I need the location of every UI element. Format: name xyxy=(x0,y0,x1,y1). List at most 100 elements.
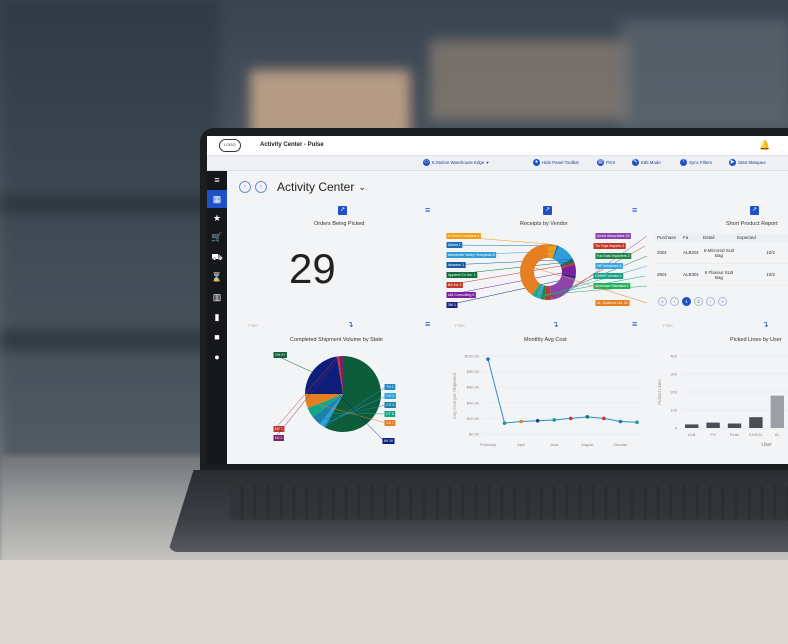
monthly-panel-title: Monthly Avg Cost xyxy=(524,337,567,343)
filter-button[interactable]: Filter xyxy=(455,323,465,328)
slice-label: TN 1 xyxy=(386,385,394,389)
x-tick-label: AL xyxy=(775,432,781,437)
receipts-panel-title: Receipts by Vendor xyxy=(520,221,568,227)
data-point[interactable] xyxy=(618,419,623,424)
data-point[interactable] xyxy=(585,415,590,419)
table-row[interactable]: 3901 ALB301 6 Flavour SLB Bag 10/2 xyxy=(655,264,788,286)
print-button[interactable]: ▤ Print xyxy=(597,159,615,166)
bar[interactable] xyxy=(685,424,699,428)
slice-label: Apparel Co Inc. 1 xyxy=(448,273,476,277)
back-button[interactable]: ‹ xyxy=(239,181,251,193)
bar-chart-icon[interactable]: ▮ xyxy=(207,308,227,326)
data-point[interactable] xyxy=(486,357,490,361)
y-axis-label: Avg Cost per Shipment xyxy=(452,372,457,419)
barcode-icon[interactable]: ▥ xyxy=(207,288,227,306)
start-marquee-button[interactable]: ▶ Start Marquee xyxy=(729,159,766,166)
slice-label: AM Consulting 5 xyxy=(448,293,474,297)
series-line xyxy=(487,358,638,424)
slice-label: 3M 1 xyxy=(448,303,456,307)
column-header[interactable]: Fa xyxy=(681,233,701,242)
data-point[interactable] xyxy=(552,418,557,422)
y-tick-label: 200 xyxy=(670,390,677,395)
slice-label: CO 2 xyxy=(386,394,394,398)
sort-icon[interactable]: ↴ xyxy=(347,320,354,329)
alert-icon[interactable]: ● xyxy=(207,348,227,366)
filter-button[interactable]: Filter xyxy=(248,323,258,328)
slice-label: Tin Toys Imports 3 xyxy=(595,244,624,248)
sort-icon[interactable]: ↴ xyxy=(762,320,769,329)
picked-panel-title: Picked Lines by User xyxy=(730,337,782,343)
menu-icon[interactable]: ≡ xyxy=(207,171,227,189)
page-button[interactable]: 2 xyxy=(694,297,703,306)
play-icon: ▶ xyxy=(729,159,736,166)
star-icon[interactable]: ★ xyxy=(207,209,227,227)
data-point[interactable] xyxy=(519,419,523,424)
background-box xyxy=(430,40,630,120)
expand-icon[interactable]: ↗ xyxy=(543,206,552,215)
table-row[interactable]: 2001 ALB201 6-Mirrored SLB Bag 10/2 xyxy=(655,242,788,264)
title-bar: LOGO Activity Center - Pulse 🔔 xyxy=(207,136,788,156)
warehouse-label: K.Motion Warehouse Edge xyxy=(432,160,485,165)
column-header[interactable]: Purchase xyxy=(655,233,681,242)
expand-icon[interactable]: ↗ xyxy=(338,206,347,215)
slice-label: CMWS Vendor 1 xyxy=(595,274,622,278)
x-tick-label: ALB xyxy=(688,432,696,437)
bar[interactable] xyxy=(749,417,763,428)
slice-label: Amazon 1 xyxy=(448,263,464,267)
panel-menu-icon[interactable]: ≡ xyxy=(632,206,637,215)
panel-menu-icon[interactable]: ≡ xyxy=(425,206,430,215)
pie-slice[interactable] xyxy=(305,356,343,394)
data-point[interactable] xyxy=(535,418,540,423)
first-page-button[interactable]: « xyxy=(658,297,667,306)
forward-button[interactable]: › xyxy=(255,181,267,193)
bar[interactable] xyxy=(770,395,784,428)
print-label: Print xyxy=(606,160,616,165)
page-button[interactable]: 1 xyxy=(682,297,691,306)
column-header[interactable]: Expected xyxy=(735,233,775,242)
bar[interactable] xyxy=(706,422,720,428)
data-point[interactable] xyxy=(568,416,573,421)
sort-icon[interactable]: ↴ xyxy=(552,320,559,329)
hide-panel-toolbar-button[interactable]: ● Hide Panel Toolbar xyxy=(533,159,579,166)
y-tick-label: $20.00 xyxy=(467,416,480,421)
bell-icon[interactable]: 🔔 xyxy=(759,140,770,151)
briefcase-icon[interactable]: ■ xyxy=(207,328,227,346)
slice-label: CT 5 xyxy=(386,412,394,416)
next-page-button[interactable]: › xyxy=(706,297,715,306)
last-page-button[interactable]: » xyxy=(718,297,727,306)
slice-label: HF Industries 2 xyxy=(597,264,621,268)
grid-icon[interactable]: ▦ xyxy=(207,190,227,208)
prev-page-button[interactable]: ‹ xyxy=(670,297,679,306)
panel-menu-icon[interactable]: ≡ xyxy=(632,320,637,329)
sidebar: ≡ ▦ ★ 🛒 ⛟ ⌛ ▥ ▮ ■ ● xyxy=(207,171,227,464)
data-point[interactable] xyxy=(602,416,606,421)
chevron-down-icon[interactable]: ⌄ xyxy=(358,182,366,193)
background-shelf-beam xyxy=(0,330,220,350)
truck-icon[interactable]: ⛟ xyxy=(207,248,227,266)
edit-mode-button[interactable]: ✎ Edit Mode xyxy=(632,159,661,166)
panel-menu-icon[interactable]: ≡ xyxy=(425,320,430,329)
slice-label: MI 26 xyxy=(384,439,393,443)
sync-filters-button[interactable]: ! Sync Filters xyxy=(680,159,712,166)
cart-icon[interactable]: 🛒 xyxy=(207,228,227,246)
y-tick-label: $40.00 xyxy=(467,400,480,405)
table-cell: 6 Flavour SLB Bag xyxy=(704,269,734,280)
info-icon: ! xyxy=(680,159,687,166)
column-header[interactable]: Detail xyxy=(701,233,735,242)
data-point[interactable] xyxy=(635,420,639,425)
y-tick-label: 400 xyxy=(670,354,677,359)
hourglass-icon[interactable]: ⌛ xyxy=(207,268,227,286)
slice-label: American Standard 1 xyxy=(595,284,629,288)
expand-icon[interactable]: ↗ xyxy=(750,206,759,215)
table-cell: 2001 xyxy=(657,250,668,255)
filter-button[interactable]: Filter xyxy=(663,323,673,328)
bar[interactable] xyxy=(727,423,742,429)
toolbar: ▭ K.Motion Warehouse Edge ▾ ● Hide Panel To… xyxy=(207,156,788,171)
desk-front xyxy=(0,560,788,644)
monthly-cost-line-chart: $100.00 $80.00 $60.00 $40.00 $20.00 $0.00 Avg … xyxy=(452,354,643,447)
table-cell: ALB201 xyxy=(683,250,700,255)
table-cell: 10/2 xyxy=(766,272,775,277)
warehouse-select[interactable]: ▭ K.Motion Warehouse Edge ▾ xyxy=(423,159,489,166)
short-report-table: Purchase Fa Detail Expected 2001 ALB201 … xyxy=(655,233,788,286)
data-point[interactable] xyxy=(502,421,507,425)
